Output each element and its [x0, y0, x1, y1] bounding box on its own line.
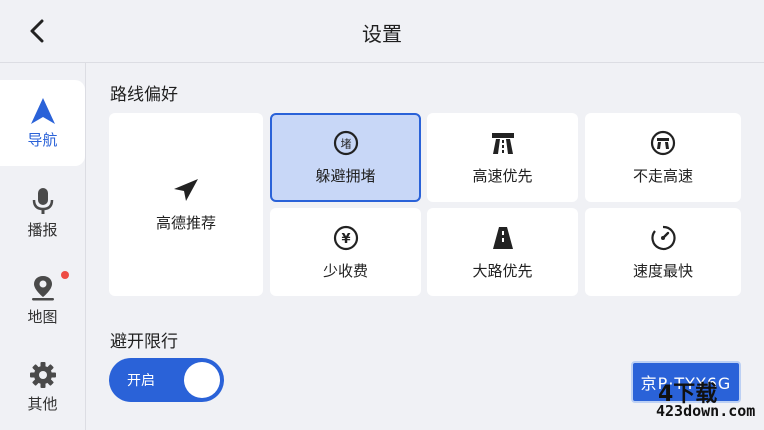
option-label: 躲避拥堵 [315, 167, 376, 185]
sidebar-item-broadcast[interactable]: 播报 [0, 170, 85, 256]
toggle-label: 开启 [127, 373, 155, 389]
sidebar-item-label: 播报 [27, 220, 58, 239]
sidebar-item-label: 地图 [27, 307, 58, 326]
map-pin-icon [31, 275, 54, 300]
avoid-congestion-icon: 堵 [332, 129, 360, 157]
navigation-arrow-icon [30, 97, 55, 124]
sidebar-item-label: 导航 [27, 130, 58, 149]
avoid-restriction-title: 避开限行 [110, 332, 178, 352]
sidebar-divider [85, 62, 86, 430]
option-label: 不走高速 [632, 167, 693, 185]
option-avoid-highway[interactable]: 不走高速 [585, 113, 741, 202]
option-label: 高速优先 [472, 167, 533, 185]
sidebar-item-navigation[interactable]: 导航 [0, 80, 85, 166]
option-label: 少收费 [322, 261, 368, 280]
notification-badge [61, 271, 69, 279]
route-preference-title: 路线偏好 [110, 85, 178, 105]
option-label: 高德推荐 [155, 214, 216, 232]
svg-text:堵: 堵 [340, 137, 351, 151]
page-title: 设置 [362, 22, 402, 46]
restriction-toggle[interactable]: 开启 [109, 358, 224, 402]
watermark-site: 423down.com [656, 402, 756, 420]
yuan-coin-icon: ¥ [332, 224, 360, 252]
svg-text:¥: ¥ [341, 232, 350, 247]
gear-icon [29, 361, 56, 388]
paper-plane-icon [172, 176, 200, 204]
highway-icon [489, 129, 517, 157]
option-less-toll[interactable]: ¥ 少收费 [270, 208, 421, 296]
option-amap-recommended[interactable]: 高德推荐 [109, 113, 263, 296]
option-highway-first[interactable]: 高速优先 [427, 113, 578, 202]
no-highway-icon [649, 129, 677, 157]
microphone-icon [32, 187, 53, 214]
sidebar-item-label: 其他 [27, 394, 58, 413]
option-fastest[interactable]: 速度最快 [585, 208, 741, 296]
sidebar: 导航 播报 地图 其他 [0, 80, 85, 430]
speedometer-icon [649, 224, 677, 252]
option-label: 速度最快 [632, 261, 693, 280]
option-label: 大路优先 [472, 261, 533, 280]
option-avoid-congestion[interactable]: 堵 躲避拥堵 [270, 113, 421, 202]
license-plate-text: 京P·TYY6G [640, 374, 732, 393]
main-road-icon [489, 224, 517, 252]
option-main-road-first[interactable]: 大路优先 [427, 208, 578, 296]
top-bar: 设置 [0, 0, 764, 63]
license-plate-button[interactable]: 京P·TYY6G [631, 361, 741, 403]
sidebar-item-map[interactable]: 地图 [0, 257, 85, 343]
sidebar-item-other[interactable]: 其他 [0, 344, 85, 430]
toggle-knob [184, 362, 220, 398]
